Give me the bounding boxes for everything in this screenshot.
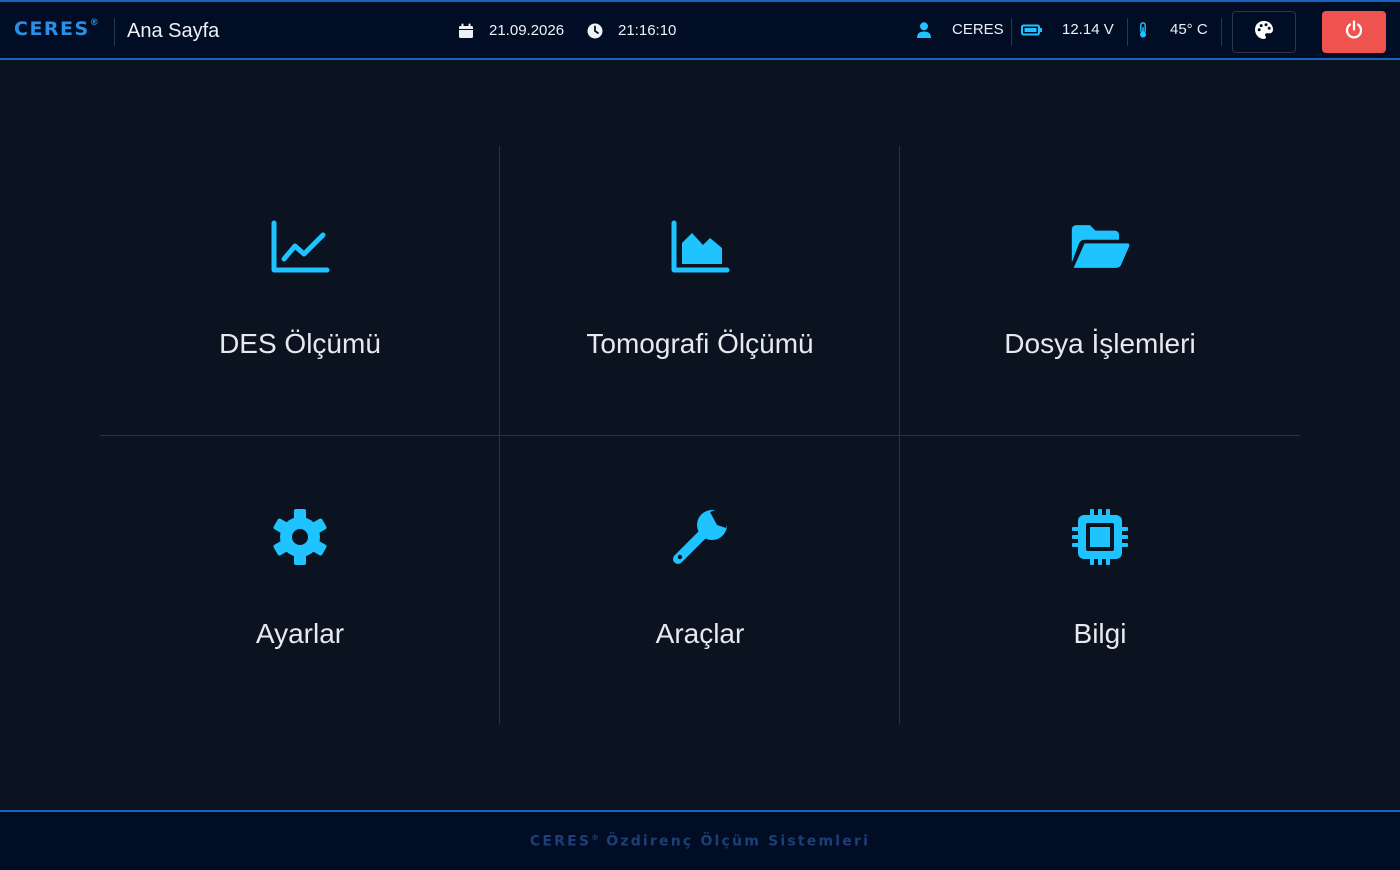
main-menu-grid: DES Ölçümü Tomografi Ölçümü Dosya İşleml… <box>100 146 1300 724</box>
tile-araclar[interactable]: Araçlar <box>500 436 900 725</box>
folder-open-icon <box>1068 219 1132 275</box>
footer-brand: CERES <box>529 833 592 850</box>
tile-bilgi[interactable]: Bilgi <box>900 436 1300 725</box>
top-bar: CERES® Ana Sayfa 21.09.2026 21:16:10 CER… <box>0 0 1400 60</box>
user-name: CERES <box>952 21 1004 38</box>
tile-label: Bilgi <box>1073 618 1127 649</box>
time-text: 21:16:10 <box>618 22 677 39</box>
thermometer-icon <box>1137 21 1149 38</box>
header-separator <box>1127 18 1128 46</box>
footer-subtitle: Özdirenç Ölçüm Sistemleri <box>606 833 871 850</box>
header-separator <box>1011 18 1012 46</box>
power-button[interactable] <box>1322 11 1386 53</box>
voltage-display: 12.14 V <box>1021 21 1114 38</box>
user-icon <box>916 21 932 38</box>
footer-registered-mark: ® <box>591 832 600 842</box>
page-title: Ana Sayfa <box>127 20 220 42</box>
header-divider <box>114 18 115 46</box>
line-chart-icon <box>268 219 332 275</box>
voltage-value: 12.14 V <box>1062 21 1114 38</box>
tile-label: Araçlar <box>655 618 745 649</box>
footer-bar: CERES® Özdirenç Ölçüm Sistemleri <box>0 810 1400 870</box>
tile-ayarlar[interactable]: Ayarlar <box>100 436 500 725</box>
theme-button[interactable] <box>1232 11 1296 53</box>
date-text: 21.09.2026 <box>489 22 565 39</box>
calendar-icon <box>458 23 474 39</box>
tile-tomografi-olcumu[interactable]: Tomografi Ölçümü <box>500 146 900 435</box>
tile-label: Tomografi Ölçümü <box>586 328 814 359</box>
wrench-icon <box>668 509 732 565</box>
tile-label: DES Ölçümü <box>219 328 381 359</box>
date-display: 21.09.2026 <box>458 22 564 39</box>
palette-icon <box>1254 20 1274 45</box>
tile-label: Dosya İşlemleri <box>1004 328 1196 359</box>
battery-icon <box>1021 22 1043 38</box>
microchip-icon <box>1068 509 1132 565</box>
clock-icon <box>587 23 603 39</box>
user-display: CERES <box>916 21 1004 38</box>
header-separator <box>1221 18 1222 46</box>
brand-name: CERES <box>14 18 90 40</box>
gear-icon <box>268 509 332 565</box>
area-chart-icon <box>668 219 732 275</box>
temperature-display: 45° C <box>1137 21 1208 38</box>
brand-registered-mark: ® <box>89 17 99 28</box>
temperature-value: 45° C <box>1170 21 1208 38</box>
time-display: 21:16:10 <box>587 22 676 39</box>
tile-label: Ayarlar <box>255 618 345 649</box>
tile-des-olcumu[interactable]: DES Ölçümü <box>100 146 500 435</box>
power-icon <box>1344 19 1364 45</box>
tile-dosya-islemleri[interactable]: Dosya İşlemleri <box>900 146 1300 435</box>
footer-text: CERES® Özdirenç Ölçüm Sistemleri <box>530 833 870 850</box>
brand-logo: CERES® <box>14 18 99 40</box>
